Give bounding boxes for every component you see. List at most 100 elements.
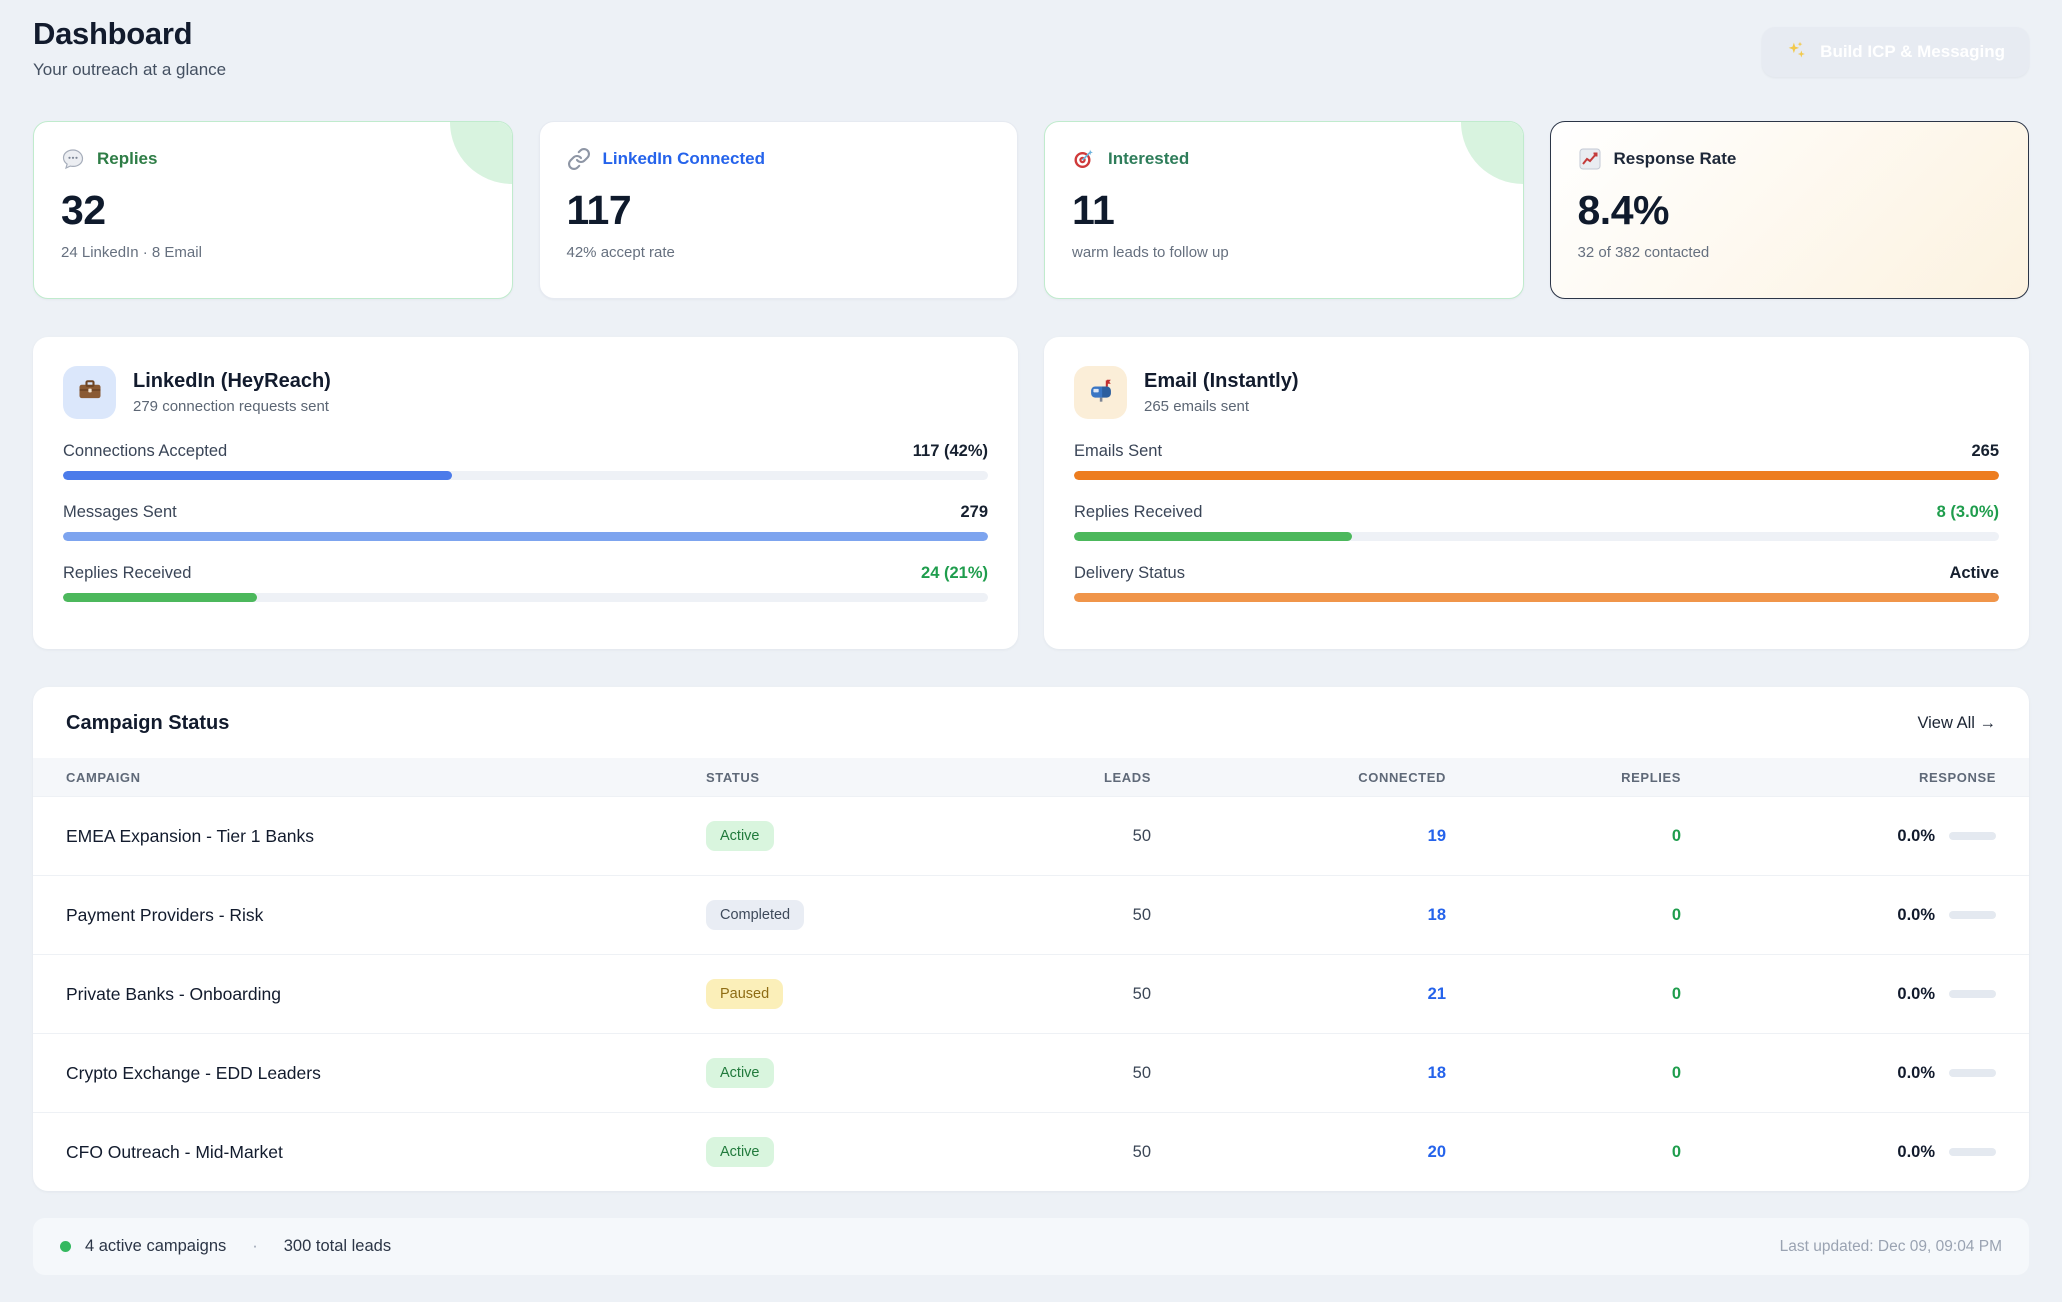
campaign-name: EMEA Expansion - Tier 1 Banks <box>66 826 706 847</box>
stat-card-replies: Replies 32 24 LinkedIn · 8 Email <box>33 121 513 299</box>
channels-row: LinkedIn (HeyReach) 279 connection reque… <box>33 337 2029 649</box>
campaign-name: Private Banks - Onboarding <box>66 984 706 1005</box>
metric-connections-accepted: Connections Accepted 117 (42%) <box>63 442 988 480</box>
connected-value: 20 <box>1151 1143 1446 1162</box>
metric-value: 24 (21%) <box>921 564 988 583</box>
response-progress-pill <box>1949 990 1996 998</box>
response-progress-pill <box>1949 911 1996 919</box>
replies-value: 0 <box>1446 1143 1681 1162</box>
last-updated-text: Last updated: Dec 09, 09:04 PM <box>1780 1238 2002 1256</box>
campaign-name: Crypto Exchange - EDD Leaders <box>66 1063 706 1084</box>
metric-label: Emails Sent <box>1074 442 1162 461</box>
metric-label: Replies Received <box>1074 503 1202 522</box>
stat-label: Response Rate <box>1614 149 1737 169</box>
metric-value: 265 <box>1971 442 1999 461</box>
leads-value: 50 <box>991 1143 1151 1162</box>
replies-value: 0 <box>1446 827 1681 846</box>
stat-value: 11 <box>1072 187 1496 234</box>
active-status-dot <box>60 1241 71 1252</box>
stat-sub: 32 of 382 contacted <box>1578 244 2002 261</box>
stat-value: 32 <box>61 187 485 234</box>
briefcase-icon <box>76 376 104 409</box>
metric-value: Active <box>1949 564 1999 583</box>
metric-replies-received: Replies Received 8 (3.0%) <box>1074 503 1999 541</box>
metric-label: Messages Sent <box>63 503 177 522</box>
table-row[interactable]: Private Banks - Onboarding Paused 50 21 … <box>33 954 2029 1033</box>
speech-bubble-icon <box>61 147 85 171</box>
view-all-link[interactable]: View All → <box>1917 714 1996 733</box>
progress-track <box>63 532 988 541</box>
progress-fill <box>1074 471 1999 480</box>
replies-value: 0 <box>1446 985 1681 1004</box>
progress-track <box>63 593 988 602</box>
stat-card-linkedin-connected: LinkedIn Connected 117 42% accept rate <box>539 121 1019 299</box>
build-icp-label: Build ICP & Messaging <box>1820 42 2005 62</box>
corner-decoration <box>1461 122 1523 184</box>
stat-label: Interested <box>1108 149 1189 169</box>
progress-track <box>1074 593 1999 602</box>
connected-value: 18 <box>1151 906 1446 925</box>
metric-label: Connections Accepted <box>63 442 227 461</box>
connected-value: 21 <box>1151 985 1446 1004</box>
table-row[interactable]: Payment Providers - Risk Completed 50 18… <box>33 875 2029 954</box>
metric-value: 8 (3.0%) <box>1937 503 1999 522</box>
sparkles-icon <box>1786 40 1810 64</box>
channel-title: LinkedIn (HeyReach) <box>133 370 331 393</box>
leads-value: 50 <box>991 1064 1151 1083</box>
stat-sub: warm leads to follow up <box>1072 244 1496 261</box>
response-progress-pill <box>1949 1069 1996 1077</box>
response-progress-pill <box>1949 832 1996 840</box>
column-header-status: Status <box>706 770 991 785</box>
response-value: 0.0% <box>1897 906 1935 925</box>
stat-sub: 42% accept rate <box>567 244 991 261</box>
progress-track <box>63 471 988 480</box>
replies-value: 0 <box>1446 906 1681 925</box>
column-header-campaign: Campaign <box>66 770 706 785</box>
table-row[interactable]: EMEA Expansion - Tier 1 Banks Active 50 … <box>33 796 2029 875</box>
channel-title: Email (Instantly) <box>1144 370 1298 393</box>
status-badge: Completed <box>706 900 804 930</box>
stat-label: LinkedIn Connected <box>603 149 765 169</box>
mailbox-icon <box>1087 376 1115 409</box>
summary-separator: · <box>240 1237 270 1256</box>
response-progress-pill <box>1949 1148 1996 1156</box>
leads-value: 50 <box>991 906 1151 925</box>
column-header-replies: Replies <box>1446 770 1681 785</box>
response-value: 0.0% <box>1897 1143 1935 1162</box>
metric-value: 279 <box>960 503 988 522</box>
stat-label: Replies <box>97 149 157 169</box>
metric-delivery-status: Delivery StatusActive <box>1074 564 1999 602</box>
metric-label: Replies Received <box>63 564 191 583</box>
status-badge: Active <box>706 821 774 851</box>
status-badge: Active <box>706 1137 774 1167</box>
stat-value: 117 <box>567 187 991 234</box>
metric-emails-sent: Emails Sent 265 <box>1074 442 1999 480</box>
corner-decoration <box>450 122 512 184</box>
leads-value: 50 <box>991 827 1151 846</box>
table-row[interactable]: Crypto Exchange - EDD Leaders Active 50 … <box>33 1033 2029 1112</box>
channel-card-email: Email (Instantly) 265 emails sent Emails… <box>1044 337 2029 649</box>
progress-track <box>1074 532 1999 541</box>
page-header: Dashboard Your outreach at a glance Buil… <box>33 16 2029 104</box>
stat-value: 8.4% <box>1578 187 2002 234</box>
header-text: Dashboard Your outreach at a glance <box>33 16 226 80</box>
campaign-name: Payment Providers - Risk <box>66 905 706 926</box>
progress-fill <box>1074 532 1352 541</box>
stat-card-interested: Interested 11 warm leads to follow up <box>1044 121 1524 299</box>
response-value: 0.0% <box>1897 985 1935 1004</box>
channel-subtitle: 279 connection requests sent <box>133 398 331 415</box>
campaign-status-title: Campaign Status <box>66 712 229 735</box>
connected-value: 19 <box>1151 827 1446 846</box>
leads-value: 50 <box>991 985 1151 1004</box>
progress-fill <box>63 471 452 480</box>
build-icp-button[interactable]: Build ICP & Messaging <box>1762 27 2029 77</box>
chart-up-icon <box>1578 147 1602 171</box>
metric-value: 117 (42%) <box>913 442 988 461</box>
status-badge: Active <box>706 1058 774 1088</box>
dashboard-page: Dashboard Your outreach at a glance Buil… <box>0 0 2062 1275</box>
campaign-status-card: Campaign Status View All → Campaign Stat… <box>33 687 2029 1191</box>
progress-fill <box>1074 593 1999 602</box>
table-row[interactable]: CFO Outreach - Mid-Market Active 50 20 0… <box>33 1112 2029 1191</box>
progress-fill <box>63 532 988 541</box>
channel-card-linkedin: LinkedIn (HeyReach) 279 connection reque… <box>33 337 1018 649</box>
